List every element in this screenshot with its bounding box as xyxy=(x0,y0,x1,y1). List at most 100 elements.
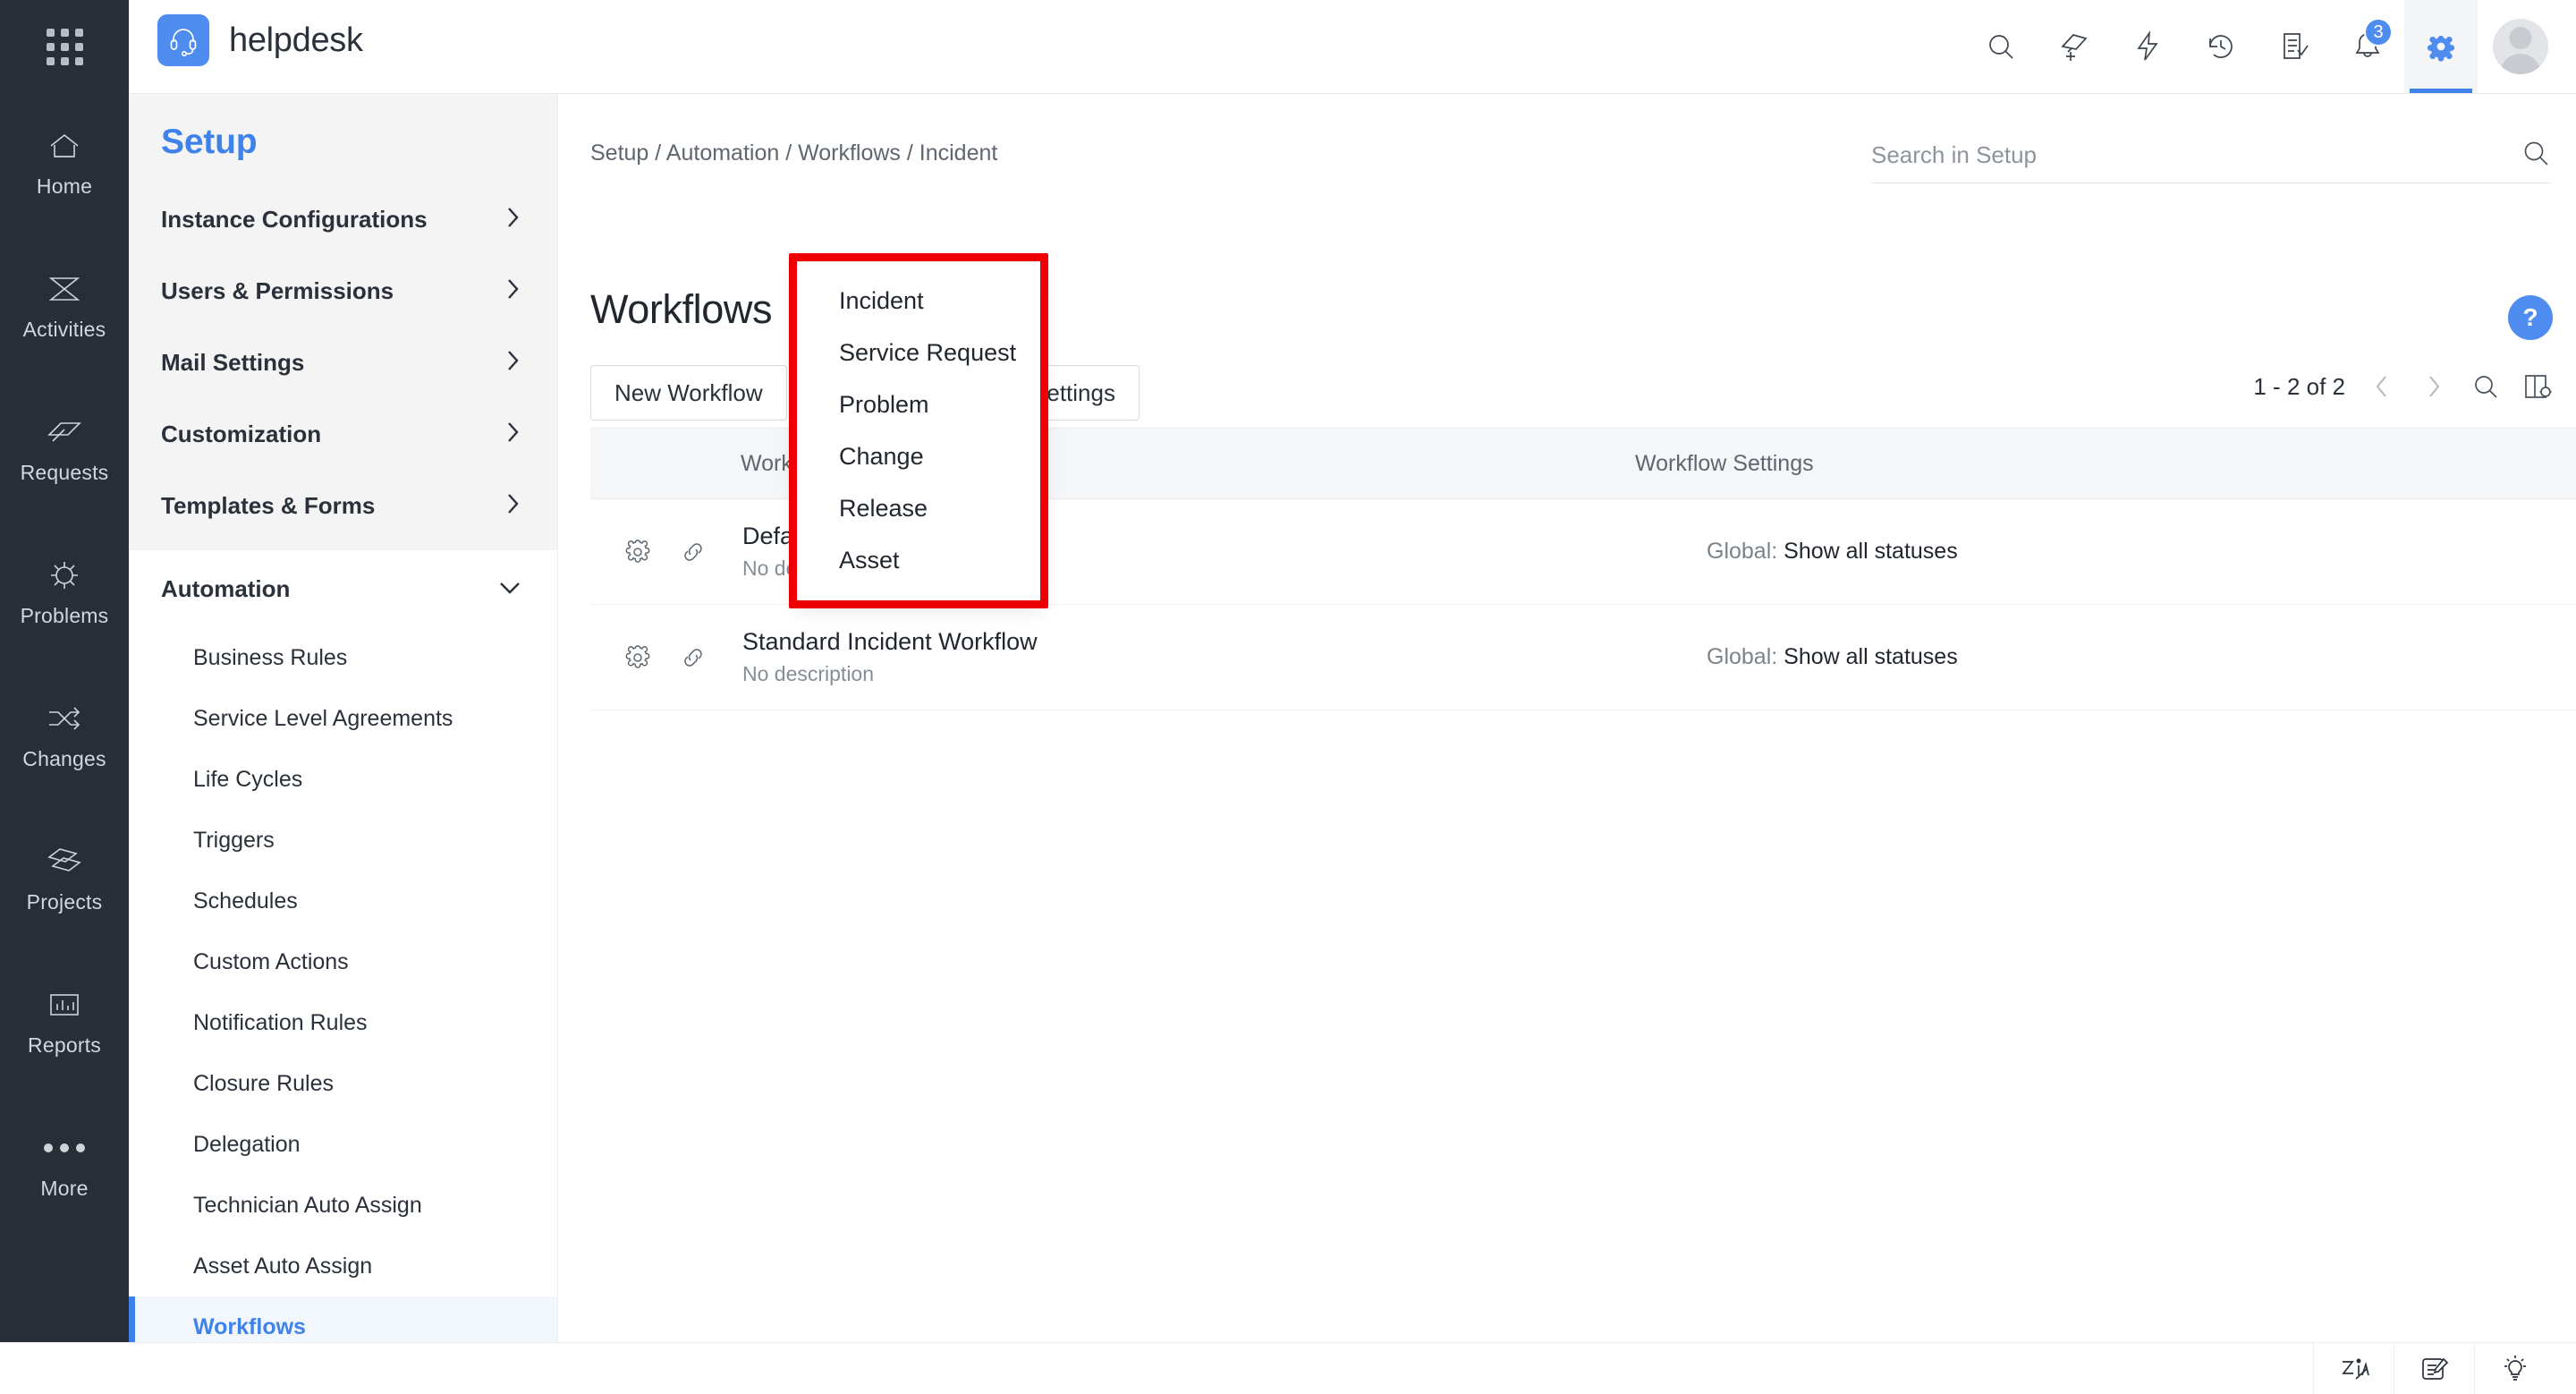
sidebar-item-triggers[interactable]: Triggers xyxy=(129,810,557,871)
chevron-left-icon[interactable] xyxy=(2367,369,2397,404)
zia-icon[interactable] xyxy=(2313,1343,2394,1394)
history-icon[interactable] xyxy=(2184,0,2258,93)
quick-actions-icon[interactable] xyxy=(2111,0,2184,93)
rail-item-label: Requests xyxy=(20,461,109,484)
left-nav-rail: Home Activities Requests Problems Change… xyxy=(0,0,129,1342)
rail-item-problems[interactable]: Problems xyxy=(0,539,129,682)
setup-sidebar: Setup Instance Configurations Users & Pe… xyxy=(129,94,558,1342)
sidebar-item-custom-actions[interactable]: Custom Actions xyxy=(129,931,557,992)
sidebar-title: Setup xyxy=(161,123,258,161)
workflow-settings-cell: Global: Show all statuses xyxy=(1707,539,1958,565)
rail-item-home[interactable]: Home xyxy=(0,109,129,252)
rail-item-label: Reports xyxy=(28,1033,101,1057)
page-title: Workflows xyxy=(590,286,773,332)
dropdown-option-asset[interactable]: Asset xyxy=(797,534,1041,586)
chevron-right-icon xyxy=(505,492,521,520)
problems-icon xyxy=(44,555,85,596)
help-button[interactable]: ? xyxy=(2508,295,2553,340)
search-icon[interactable] xyxy=(1964,0,2038,93)
table-search-icon[interactable] xyxy=(2470,369,2501,404)
sidebar-item-asset-auto-assign[interactable]: Asset Auto Assign xyxy=(129,1236,557,1296)
workflow-name: Standard Incident Workflow xyxy=(742,628,1038,655)
title-divider xyxy=(792,291,794,328)
sidebar-item-label: Notification Rules xyxy=(193,1009,368,1035)
sidebar-item-label: Delegation xyxy=(193,1131,301,1157)
sidebar-group-automation[interactable]: Automation xyxy=(129,550,557,627)
rail-item-reports[interactable]: Reports xyxy=(0,968,129,1111)
gear-icon[interactable] xyxy=(610,538,665,566)
link-icon[interactable] xyxy=(665,539,721,565)
sidebar-item-closure-rules[interactable]: Closure Rules xyxy=(129,1053,557,1114)
avatar-image xyxy=(2493,19,2548,74)
sidebar-item-workflows[interactable]: Workflows xyxy=(129,1296,557,1342)
chevron-right-icon xyxy=(505,277,521,305)
footer-bar xyxy=(0,1342,2576,1394)
rail-item-label: Changes xyxy=(22,747,106,770)
rail-item-requests[interactable]: Requests xyxy=(0,395,129,539)
dropdown-option-incident[interactable]: Incident xyxy=(797,275,1041,327)
sidebar-item-business-rules[interactable]: Business Rules xyxy=(129,627,557,688)
apps-grid-icon xyxy=(46,29,83,65)
search-icon[interactable] xyxy=(2521,138,2551,173)
rail-item-changes[interactable]: Changes xyxy=(0,682,129,825)
sidebar-group-instance-configurations[interactable]: Instance Configurations xyxy=(129,183,557,255)
column-settings-icon[interactable] xyxy=(2522,369,2553,404)
sidebar-group-templates-forms[interactable]: Templates & Forms xyxy=(129,470,557,541)
workflow-settings-value: Show all statuses xyxy=(1784,644,1958,669)
link-icon[interactable] xyxy=(665,644,721,671)
sidebar-group-label: Mail Settings xyxy=(161,348,305,376)
sidebar-group-label: Customization xyxy=(161,420,322,447)
sidebar-item-label: Service Level Agreements xyxy=(193,705,453,731)
lightbulb-icon[interactable] xyxy=(2474,1343,2555,1394)
breadcrumb: Setup / Automation / Workflows / Inciden… xyxy=(590,140,998,166)
rail-item-more[interactable]: More xyxy=(0,1111,129,1254)
sidebar-item-notification-rules[interactable]: Notification Rules xyxy=(129,992,557,1053)
requests-icon xyxy=(44,412,85,453)
sidebar-group-users-permissions[interactable]: Users & Permissions xyxy=(129,255,557,327)
new-workflow-button[interactable]: New Workflow xyxy=(590,365,787,421)
rail-item-label: More xyxy=(40,1177,89,1200)
sidebar-item-technician-auto-assign[interactable]: Technician Auto Assign xyxy=(129,1175,557,1236)
search-input[interactable] xyxy=(1871,141,2444,169)
setup-gear-icon[interactable] xyxy=(2404,0,2478,93)
sidebar-group-label: Templates & Forms xyxy=(161,491,376,519)
sidebar-item-schedules[interactable]: Schedules xyxy=(129,871,557,931)
sidebar-group-label: Automation xyxy=(161,574,291,602)
brand-home-link[interactable]: helpdesk xyxy=(157,14,363,66)
sidebar-item-life-cycles[interactable]: Life Cycles xyxy=(129,749,557,810)
dropdown-option-service-request[interactable]: Service Request xyxy=(797,327,1041,378)
pagination: 1 - 2 of 2 xyxy=(2253,369,2553,404)
sidebar-item-label: Life Cycles xyxy=(193,766,303,792)
avatar[interactable] xyxy=(2478,0,2563,93)
rail-item-label: Problems xyxy=(20,604,109,627)
sidebar-item-delegation[interactable]: Delegation xyxy=(129,1114,557,1175)
workflow-settings-cell: Global: Show all statuses xyxy=(1707,644,1958,670)
notes-edit-icon[interactable] xyxy=(2394,1343,2474,1394)
sidebar-automation-items: Business Rules Service Level Agreements … xyxy=(129,627,557,1342)
module-dropdown-menu: Incident Service Request Problem Change … xyxy=(796,261,1042,603)
sidebar-item-label: Technician Auto Assign xyxy=(193,1192,422,1218)
sidebar-item-label: Closure Rules xyxy=(193,1070,335,1096)
table-row[interactable]: Standard Incident Workflow No descriptio… xyxy=(590,605,2576,710)
dropdown-option-problem[interactable]: Problem xyxy=(797,378,1041,430)
headset-icon xyxy=(157,14,209,66)
column-header-workflow-settings: Workflow Settings xyxy=(1635,450,1814,476)
workflow-description: No description xyxy=(742,662,875,685)
dropdown-option-change[interactable]: Change xyxy=(797,430,1041,482)
dropdown-option-release[interactable]: Release xyxy=(797,482,1041,534)
sidebar-group-mail-settings[interactable]: Mail Settings xyxy=(129,327,557,398)
apps-launcher-button[interactable] xyxy=(0,0,129,94)
notifications-icon[interactable]: 3 xyxy=(2331,0,2404,93)
sidebar-item-service-level-agreements[interactable]: Service Level Agreements xyxy=(129,688,557,749)
workflow-settings-value: Show all statuses xyxy=(1784,539,1958,564)
sidebar-item-label: Schedules xyxy=(193,888,298,914)
gear-icon[interactable] xyxy=(610,643,665,672)
tasks-icon[interactable] xyxy=(2258,0,2331,93)
workflow-name-cell: Standard Incident Workflow No descriptio… xyxy=(742,628,1707,686)
sidebar-group-customization[interactable]: Customization xyxy=(129,398,557,470)
add-request-icon[interactable] xyxy=(2038,0,2111,93)
sidebar-group-label: Instance Configurations xyxy=(161,205,428,233)
rail-item-activities[interactable]: Activities xyxy=(0,252,129,395)
chevron-right-icon[interactable] xyxy=(2419,369,2449,404)
rail-item-projects[interactable]: Projects xyxy=(0,825,129,968)
